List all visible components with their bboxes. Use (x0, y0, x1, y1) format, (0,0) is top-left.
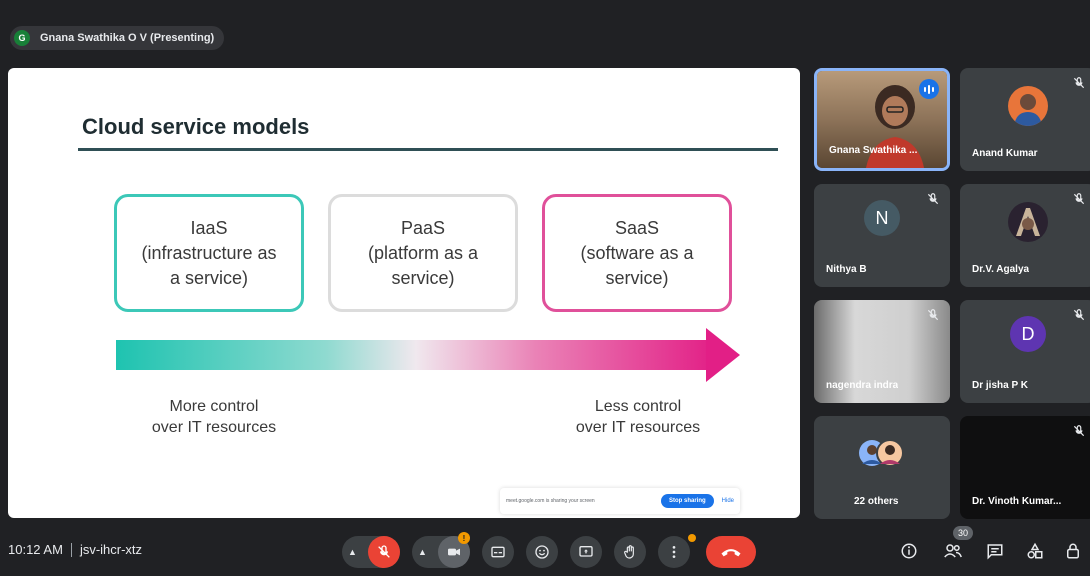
leave-call-button[interactable] (706, 536, 756, 568)
others-avatars-icon (859, 439, 904, 467)
mic-toggle-button[interactable] (368, 536, 400, 568)
participant-name: nagendra indra (826, 380, 899, 391)
iaas-line-3: a service) (169, 267, 249, 288)
chat-icon (987, 544, 1003, 560)
presenter-chip[interactable]: G Gnana Swathika O V (Presenting) (10, 26, 225, 50)
hang-up-icon (721, 549, 741, 557)
captions-icon (491, 546, 505, 558)
mic-control-group: ▲ (342, 536, 400, 568)
paas-box: PaaS (platform as a service) (328, 194, 518, 312)
slide-title-underline (78, 148, 778, 151)
mic-off-icon (1073, 309, 1085, 321)
stop-sharing-button[interactable]: Stop sharing (660, 494, 714, 508)
hide-sharing-bar-link[interactable]: Hide (722, 498, 734, 504)
captions-button[interactable] (482, 536, 514, 568)
avatar: N (864, 200, 900, 236)
meeting-info: 10:12 AM jsv-ihcr-xtz (8, 542, 142, 557)
saas-line-3: service) (605, 267, 669, 288)
notification-dot (688, 534, 696, 542)
participant-name: Anand Kumar (972, 148, 1038, 159)
mic-off-icon (1073, 77, 1085, 89)
screen-sharing-bar: meet.google.com is sharing your screen S… (500, 488, 740, 514)
more-control-line-2: over IT resources (151, 419, 277, 436)
mic-options-chevron-icon[interactable]: ▲ (348, 547, 357, 557)
camera-options-chevron-icon[interactable]: ▲ (418, 547, 427, 557)
sharing-text: meet.google.com is sharing your screen (506, 498, 595, 504)
participant-name: Dr. Vinoth Kumar... (972, 496, 1062, 507)
participant-tile-anand[interactable]: Anand Kumar (960, 68, 1090, 171)
divider (70, 542, 72, 557)
avatar (1008, 202, 1048, 242)
mic-off-icon (1073, 425, 1085, 437)
emoji-icon (535, 545, 549, 559)
participant-name: 22 others (854, 496, 899, 507)
mic-off-icon (1073, 193, 1085, 205)
presenter-avatar: G (14, 30, 30, 46)
control-gradient-arrow (116, 340, 716, 370)
host-controls-button[interactable] (1062, 540, 1084, 562)
participant-tile-others[interactable]: 22 others (814, 416, 950, 519)
participant-tile-jisha[interactable]: D Dr jisha P K (960, 300, 1090, 403)
hand-icon (624, 545, 634, 559)
paas-line-2: (platform as a (367, 242, 479, 263)
iaas-line-2: (infrastructure as (141, 242, 277, 263)
people-icon (944, 544, 962, 558)
present-now-button[interactable] (570, 536, 602, 568)
saas-line-1: SaaS (614, 217, 660, 238)
reactions-button[interactable] (526, 536, 558, 568)
activities-shapes-icon (1027, 542, 1043, 559)
participant-count-badge: 30 (953, 526, 973, 540)
info-icon (901, 543, 917, 559)
meeting-details-button[interactable] (898, 540, 920, 562)
saas-line-2: (software as a (580, 242, 694, 263)
avatar (1008, 86, 1048, 126)
more-control-line-1: More control (169, 398, 259, 415)
paas-line-3: service) (391, 267, 455, 288)
chat-button[interactable] (984, 540, 1006, 562)
mic-off-icon (927, 193, 939, 205)
less-control-line-2: over IT resources (575, 419, 701, 436)
participant-name: Gnana Swathika ... (829, 145, 918, 156)
meeting-time: 10:12 AM (8, 542, 63, 557)
iaas-box: IaaS (infrastructure as a service) (114, 194, 304, 312)
lock-person-icon (1067, 543, 1079, 559)
mic-off-icon (378, 545, 390, 558)
speaking-indicator-icon (919, 79, 939, 99)
participant-name: Dr.V. Agalya (972, 264, 1030, 275)
bottom-control-bar: 10:12 AM jsv-ihcr-xtz ▲ ▲ ! 30 (0, 524, 1090, 576)
meeting-code: jsv-ihcr-xtz (79, 542, 143, 557)
iaas-line-1: IaaS (190, 217, 228, 238)
presenter-label: Gnana Swathika O V (Presenting) (40, 32, 215, 44)
more-vertical-icon (672, 546, 676, 558)
participant-tile-gnana[interactable]: Gnana Swathika ... (814, 68, 950, 171)
participant-tile-agalya[interactable]: Dr.V. Agalya (960, 184, 1090, 287)
saas-box: SaaS (software as a service) (542, 194, 732, 312)
participant-name: Nithya B (826, 264, 867, 275)
mic-off-icon (927, 309, 939, 321)
participant-name: Dr jisha P K (972, 380, 1028, 391)
people-button[interactable] (942, 540, 964, 562)
camera-icon (448, 548, 460, 556)
slide-title: Cloud service models (82, 114, 310, 139)
camera-warning-badge: ! (458, 532, 470, 544)
more-options-button[interactable] (658, 536, 690, 568)
participant-tile-nagendra[interactable]: nagendra indra (814, 300, 950, 403)
paas-line-1: PaaS (400, 217, 446, 238)
arrow-head (706, 328, 740, 382)
less-control-line-1: Less control (594, 398, 682, 415)
raise-hand-button[interactable] (614, 536, 646, 568)
present-screen-icon (579, 546, 593, 557)
participant-tile-vinoth[interactable]: Dr. Vinoth Kumar... (960, 416, 1090, 519)
avatar: D (1010, 316, 1046, 352)
activities-button[interactable] (1024, 540, 1046, 562)
presented-slide: Cloud service models IaaS (infrastructur… (8, 68, 800, 518)
more-control-label: More control over IT resources (124, 396, 304, 438)
participant-tile-nithya[interactable]: N Nithya B (814, 184, 950, 287)
top-bar: G Gnana Swathika O V (Presenting) (0, 0, 1090, 70)
less-control-label: Less control over IT resources (548, 396, 728, 438)
